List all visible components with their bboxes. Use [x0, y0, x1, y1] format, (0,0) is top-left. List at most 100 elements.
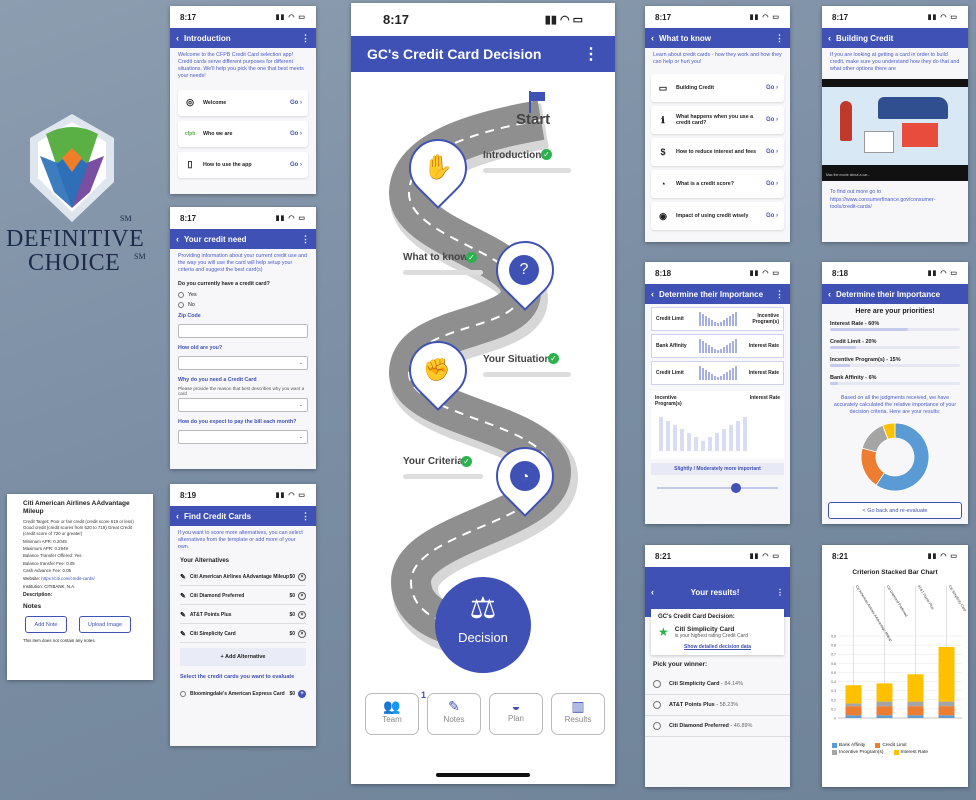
more-menu-icon[interactable]: ⋮	[301, 33, 310, 44]
judgment-bar[interactable]	[729, 425, 733, 451]
go-link[interactable]: Go ›	[290, 131, 302, 137]
tab-results[interactable]: ▥ Results	[551, 693, 605, 735]
tab-team[interactable]: 👥 Team 1	[365, 690, 426, 735]
list-item[interactable]: ◉ Impact of using credit wisely Go ›	[651, 202, 784, 231]
gauge-icon: ◔	[660, 179, 666, 190]
notes-icon: ✎	[448, 698, 460, 714]
more-menu-icon[interactable]: ⋮	[775, 289, 784, 300]
remove-icon[interactable]: ×	[298, 630, 306, 639]
back-arrow-icon[interactable]: ‹	[828, 289, 831, 299]
judgment-bar[interactable]	[680, 429, 684, 451]
remove-icon[interactable]: ×	[298, 592, 306, 601]
remove-icon[interactable]: ×	[298, 611, 306, 620]
alternative-row[interactable]: ✎ AT&T Points Plus $0 ×	[180, 607, 306, 625]
radio-no[interactable]: No	[170, 300, 316, 310]
add-alternative-button[interactable]: + Add Alternative	[180, 648, 306, 667]
remove-icon[interactable]: ×	[298, 573, 306, 582]
re-evaluate-button[interactable]: < Go back and re-evaluate	[828, 502, 962, 520]
judgment-bar[interactable]	[715, 433, 719, 451]
pay-select[interactable]: ⌄	[178, 430, 308, 445]
judgment-bars[interactable]	[659, 417, 776, 451]
credit-need-screen: 8:17 ▮▮ ◠ ▭ ‹ Your credit need ⋮ Providing …	[170, 207, 316, 469]
add-circle-icon[interactable]: +	[298, 689, 306, 698]
result-row[interactable]: Citi Simplicity Card - 84.14%	[645, 674, 790, 695]
more-menu-icon[interactable]: ⋮	[301, 234, 310, 245]
age-select[interactable]: ⌄	[178, 356, 308, 371]
list-item[interactable]: ◎ Welcome Go ›	[178, 89, 308, 116]
priority-list: Interest Rate - 60% Credit Limit - 20% Inc…	[822, 319, 968, 391]
website-link[interactable]: https://citi.com/credit-cards/	[41, 576, 94, 581]
edit-icon[interactable]: ✎	[180, 573, 186, 581]
list-item[interactable]: ▯ How to use the app Go ›	[178, 151, 308, 178]
x-tick-label: Citi American Airlines AAdvantage Mileup	[855, 584, 893, 642]
plan-icon: ◒	[511, 698, 521, 714]
judgment-bar[interactable]	[673, 425, 677, 451]
alternative-row[interactable]: ✎ Citi Diamond Preferred $0 ×	[180, 588, 306, 606]
list-item[interactable]: ◔ What is a credit score? Go ›	[651, 170, 784, 199]
judgment-scale[interactable]	[698, 366, 737, 380]
edit-icon[interactable]: ✎	[180, 630, 186, 638]
more-menu-icon[interactable]: ⋮	[583, 44, 599, 64]
go-link[interactable]: Go ›	[766, 213, 778, 219]
radio-yes[interactable]: Yes	[170, 290, 316, 300]
edit-icon[interactable]: ✎	[180, 611, 186, 619]
judgment-bar[interactable]	[708, 437, 712, 451]
item-label: How to use the app	[203, 161, 252, 168]
back-arrow-icon[interactable]: ‹	[176, 33, 179, 43]
zip-input[interactable]	[178, 324, 308, 339]
list-item[interactable]: Bloomingdale's American Express Card $0 +	[180, 685, 306, 702]
alternative-row[interactable]: ✎ Citi Simplicity Card $0 ×	[180, 626, 306, 644]
item-label: Welcome	[203, 99, 227, 106]
back-arrow-icon[interactable]: ‹	[176, 234, 179, 244]
judgment-bar[interactable]	[722, 429, 726, 451]
winner-subtitle: is your highest rating Credit Card	[674, 632, 748, 639]
judgment-bar[interactable]	[687, 433, 691, 451]
result-row[interactable]: AT&T Points Plus - 58.23%	[645, 695, 790, 716]
pairwise-comparison[interactable]: Bank Affinity Interest Rate	[651, 334, 784, 358]
back-arrow-icon[interactable]: ‹	[651, 289, 654, 299]
detail-lines: Credit Target: Poor or fair credit (cred…	[23, 519, 137, 574]
more-menu-icon[interactable]: ⋮	[776, 588, 784, 597]
go-link[interactable]: Go ›	[766, 181, 778, 187]
go-link[interactable]: Go ›	[290, 100, 302, 106]
result-row[interactable]: Citi Diamond Preferred - 46.89%	[645, 716, 790, 737]
go-link[interactable]: Go ›	[766, 117, 778, 123]
judgment-scale[interactable]	[698, 312, 737, 326]
back-arrow-icon[interactable]: ‹	[176, 511, 179, 521]
tab-notes[interactable]: ✎ Notes	[427, 693, 481, 735]
judgment-bar[interactable]	[666, 421, 670, 451]
list-item[interactable]: ▭ Building Credit Go ›	[651, 74, 784, 103]
why-select[interactable]: ⌄	[178, 398, 308, 413]
video-player[interactable]: Max the movie about a car...	[822, 79, 968, 182]
tab-plan[interactable]: ◒ Plan	[489, 693, 543, 735]
judgment-bar[interactable]	[736, 421, 740, 451]
importance-slider[interactable]	[657, 483, 778, 493]
go-link[interactable]: Go ›	[766, 149, 778, 155]
why-label: Why do you need a Credit Card	[178, 377, 257, 384]
list-item[interactable]: $ How to reduce interest and fees Go ›	[651, 138, 784, 167]
zip-label: Zip Code	[178, 313, 201, 320]
add-note-button[interactable]: Add Note	[25, 616, 67, 634]
go-link[interactable]: Go ›	[766, 85, 778, 91]
judgment-bar[interactable]	[659, 417, 663, 451]
more-menu-icon[interactable]: ⋮	[775, 33, 784, 44]
list-item[interactable]: ℹ What happens when you use a credit card…	[651, 106, 784, 135]
judgment-bar[interactable]	[694, 437, 698, 451]
list-item[interactable]: cfpb Who we are Go ›	[178, 120, 308, 147]
judgment-scale[interactable]	[698, 339, 737, 353]
back-arrow-icon[interactable]: ‹	[828, 33, 831, 43]
back-arrow-icon[interactable]: ‹	[651, 33, 654, 43]
edit-icon[interactable]: ✎	[180, 592, 186, 600]
pairwise-comparison[interactable]: Credit Limit Incentive Program(s)	[651, 307, 784, 331]
more-menu-icon[interactable]: ⋮	[301, 511, 310, 522]
judgment-bar[interactable]	[701, 441, 705, 451]
go-link[interactable]: Go ›	[290, 162, 302, 168]
detail-link[interactable]: Show detailed decision data	[658, 644, 777, 650]
judgment-bar[interactable]	[743, 417, 747, 451]
decision-button[interactable]: ⚖ Decision	[435, 577, 531, 673]
pairwise-comparison[interactable]: Credit Limit Interest Rate	[651, 361, 784, 385]
upload-image-button[interactable]: Upload Image	[79, 616, 131, 634]
alternative-row[interactable]: ✎ Citi American Airlines AAdvantage Mileu…	[180, 569, 306, 587]
slider-thumb[interactable]	[731, 483, 741, 493]
step-progress-bar	[483, 168, 571, 173]
